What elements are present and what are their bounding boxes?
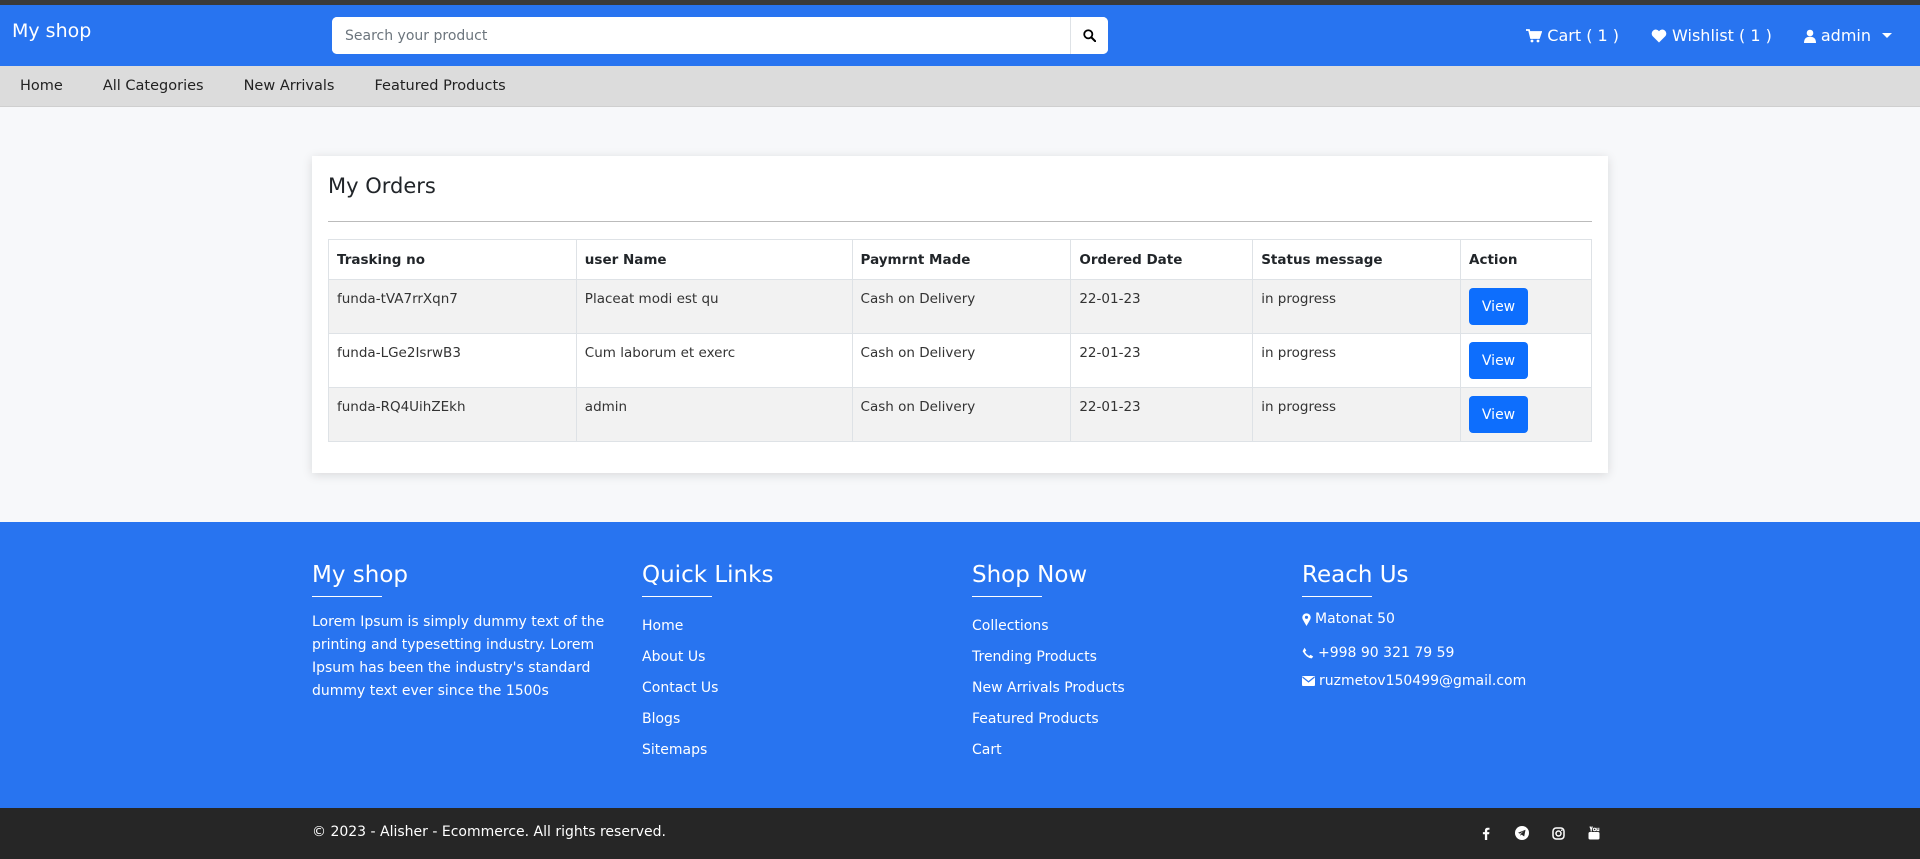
page-title: My Orders: [328, 174, 436, 198]
brand-logo[interactable]: My shop: [12, 20, 91, 42]
search-input[interactable]: [332, 17, 1070, 54]
footer-link-contact[interactable]: Contact Us: [642, 673, 773, 704]
action-cell: View: [1460, 387, 1592, 442]
table-row: funda-RQ4UihZEkh admin Cash on Delivery …: [328, 387, 1592, 442]
map-marker-icon: [1302, 612, 1311, 626]
footer-link-trending[interactable]: Trending Products: [972, 642, 1125, 673]
footer-email: ruzmetov150499@gmail.com: [1302, 673, 1526, 689]
footer-link-home[interactable]: Home: [642, 611, 773, 642]
header-nav: Cart ( 1 ) Wishlist ( 1 ) admin: [1526, 5, 1892, 66]
column-header-tracking: Trasking no: [328, 239, 577, 280]
bottom-bar: © 2023 - Alisher - Ecommerce. All rights…: [0, 808, 1920, 859]
view-button[interactable]: View: [1469, 342, 1529, 379]
search-button[interactable]: [1070, 17, 1108, 54]
user-cell: Placeat modi est qu: [575, 279, 853, 334]
search-bar: [332, 17, 1108, 54]
table-row: funda-tVA7rrXqn7 Placeat modi est qu Cas…: [328, 279, 1592, 334]
status-cell: in progress: [1252, 387, 1462, 442]
footer-link-about[interactable]: About Us: [642, 642, 773, 673]
footer-shop-now: Shop Now Collections Trending Products N…: [972, 562, 1125, 766]
date-cell: 22-01-23: [1070, 333, 1254, 388]
user-menu[interactable]: admin: [1803, 26, 1892, 45]
footer-underline: [972, 596, 1042, 597]
footer-underline: [1302, 596, 1372, 597]
subnav-featured-products[interactable]: Featured Products: [374, 78, 505, 94]
cart-icon: [1526, 28, 1543, 42]
table-row: funda-LGe2IsrwB3 Cum laborum et exerc Ca…: [328, 333, 1592, 388]
column-header-date: Ordered Date: [1070, 239, 1254, 280]
payment-cell: Cash on Delivery: [851, 333, 1072, 388]
subnav-new-arrivals[interactable]: New Arrivals: [244, 78, 335, 94]
tracking-cell: funda-tVA7rrXqn7: [328, 279, 577, 334]
user-cell: admin: [575, 387, 853, 442]
cart-label: Cart ( 1 ): [1547, 26, 1620, 45]
orders-card: My Orders Trasking no user Name Paymrnt …: [312, 156, 1608, 473]
payment-cell: Cash on Delivery: [851, 279, 1072, 334]
user-label: admin: [1820, 26, 1871, 45]
footer-underline: [642, 596, 712, 597]
footer-about-text: Lorem Ipsum is simply dummy text of the …: [312, 614, 605, 699]
facebook-icon[interactable]: [1477, 824, 1495, 842]
footer-link-new-arrivals[interactable]: New Arrivals Products: [972, 673, 1125, 704]
footer-phone-text: +998 90 321 79 59: [1318, 645, 1455, 661]
footer-link-cart[interactable]: Cart: [972, 735, 1125, 766]
column-header-user: user Name: [575, 239, 853, 280]
footer-link-sitemaps[interactable]: Sitemaps: [642, 735, 773, 766]
footer-reach-us-title: Reach Us: [1302, 562, 1409, 588]
footer-link-collections[interactable]: Collections: [972, 611, 1125, 642]
social-links: [1477, 824, 1603, 842]
footer-about: My shop Lorem Ipsum is simply dummy text…: [312, 562, 622, 703]
subnav-home[interactable]: Home: [20, 78, 63, 94]
search-icon: [1083, 29, 1096, 42]
cart-link[interactable]: Cart ( 1 ): [1526, 26, 1619, 45]
footer-quick-links-title: Quick Links: [642, 562, 774, 588]
footer-link-blogs[interactable]: Blogs: [642, 704, 773, 735]
copyright-text: © 2023 - Alisher - Ecommerce. All rights…: [312, 824, 666, 840]
sub-navigation: Home All Categories New Arrivals Feature…: [0, 66, 1920, 107]
column-header-action: Action: [1460, 239, 1592, 280]
footer-quick-links: Quick Links Home About Us Contact Us Blo…: [642, 562, 773, 766]
date-cell: 22-01-23: [1070, 387, 1254, 442]
payment-cell: Cash on Delivery: [851, 387, 1072, 442]
instagram-icon[interactable]: [1549, 824, 1567, 842]
footer-address-text: Matonat 50: [1315, 611, 1395, 627]
footer-email-text[interactable]: ruzmetov150499@gmail.com: [1319, 673, 1526, 689]
footer-about-title: My shop: [312, 562, 408, 588]
heart-icon: [1651, 29, 1667, 42]
envelope-icon: [1302, 676, 1315, 686]
status-cell: in progress: [1252, 333, 1462, 388]
footer-phone: +998 90 321 79 59: [1302, 645, 1526, 661]
footer-shop-now-title: Shop Now: [972, 562, 1088, 588]
footer: My shop Lorem Ipsum is simply dummy text…: [0, 522, 1920, 808]
header-bar: My shop Cart ( 1 ) Wishlist ( 1 ) admin: [0, 5, 1920, 66]
user-cell: Cum laborum et exerc: [575, 333, 853, 388]
tracking-cell: funda-RQ4UihZEkh: [328, 387, 577, 442]
telegram-icon[interactable]: [1513, 824, 1531, 842]
divider: [328, 221, 1592, 222]
status-cell: in progress: [1252, 279, 1462, 334]
wishlist-label: Wishlist ( 1 ): [1672, 26, 1772, 45]
wishlist-link[interactable]: Wishlist ( 1 ): [1651, 26, 1772, 45]
view-button[interactable]: View: [1469, 288, 1529, 325]
table-header-row: Trasking no user Name Paymrnt Made Order…: [328, 239, 1592, 280]
footer-underline: [312, 596, 382, 597]
footer-link-featured[interactable]: Featured Products: [972, 704, 1125, 735]
phone-icon: [1302, 647, 1314, 659]
action-cell: View: [1460, 279, 1592, 334]
youtube-icon[interactable]: [1585, 824, 1603, 842]
subnav-all-categories[interactable]: All Categories: [103, 78, 204, 94]
date-cell: 22-01-23: [1070, 279, 1254, 334]
tracking-cell: funda-LGe2IsrwB3: [328, 333, 577, 388]
action-cell: View: [1460, 333, 1592, 388]
chevron-down-icon: [1882, 33, 1892, 38]
view-button[interactable]: View: [1469, 396, 1529, 433]
orders-table: Trasking no user Name Paymrnt Made Order…: [328, 239, 1592, 442]
footer-address: Matonat 50: [1302, 611, 1526, 627]
footer-reach-us: Reach Us Matonat 50 +998 90 321 79 59 ru…: [1302, 562, 1526, 689]
column-header-payment: Paymrnt Made: [851, 239, 1072, 280]
user-icon: [1803, 29, 1816, 43]
column-header-status: Status message: [1252, 239, 1462, 280]
